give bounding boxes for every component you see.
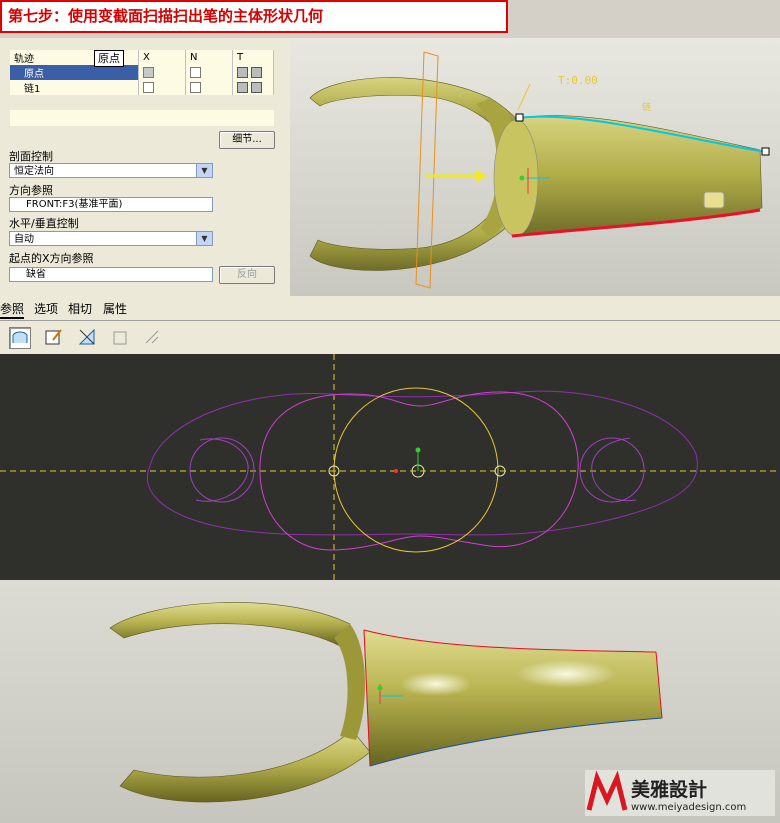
- trajectory-table: 轨迹 X N T 原点 链1: [10, 50, 274, 95]
- trajectory-name[interactable]: 原点: [10, 65, 139, 80]
- chain-label: 链: [642, 101, 651, 113]
- direction-ref-label: 方向参照: [9, 184, 53, 197]
- direction-ref-field[interactable]: FRONT:F3(基准平面): [9, 197, 213, 212]
- section-control-select[interactable]: 恒定法向 ▼: [9, 163, 213, 178]
- sweep-dashboard-panel: 轨迹 X N T 原点 链1 细节... 剖面控制 恒定法向 ▼ 方向参照 FRO…: [0, 38, 290, 296]
- tab-tangency[interactable]: 相切: [68, 300, 92, 317]
- section-control-label: 剖面控制: [9, 150, 53, 163]
- trajectory-name[interactable]: 链1: [10, 80, 139, 95]
- table-row[interactable]: 链1: [10, 80, 274, 95]
- section-sketch-canvas[interactable]: [0, 354, 780, 580]
- dashboard-tabbar: 参照 选项 相切 属性: [0, 296, 780, 321]
- t-value-label: T:0.00: [558, 74, 598, 87]
- tooltip: 原点: [94, 50, 124, 67]
- watermark-url: www.meiyadesign.com: [631, 802, 746, 813]
- tab-properties[interactable]: 属性: [103, 300, 127, 317]
- n-checkbox[interactable]: [190, 81, 201, 93]
- model-viewport-top[interactable]: T:0.00 链: [290, 38, 780, 296]
- tab-references[interactable]: 参照: [0, 300, 25, 319]
- trajectory-table-header: 轨迹 X N T: [10, 50, 274, 65]
- col-n: N: [185, 50, 233, 65]
- surface-sweep-icon[interactable]: [9, 327, 31, 349]
- table-row[interactable]: 原点: [10, 65, 274, 80]
- chevron-down-icon[interactable]: ▼: [196, 232, 212, 245]
- end-point-handle[interactable]: [761, 147, 770, 156]
- n-checkbox[interactable]: [190, 66, 201, 78]
- sketch-edit-icon[interactable]: [44, 327, 66, 349]
- hv-control-label: 水平/垂直控制: [9, 217, 79, 230]
- t-square-icon[interactable]: [251, 66, 262, 78]
- x-checkbox[interactable]: [143, 81, 154, 93]
- t-square-icon[interactable]: [237, 81, 248, 93]
- tab-options[interactable]: 选项: [34, 300, 58, 317]
- trajectory-table-empty: [10, 110, 274, 126]
- meiya-watermark: 美雅設計 www.meiyadesign.com: [585, 770, 775, 816]
- details-button[interactable]: 细节...: [219, 131, 275, 149]
- t-square-icon[interactable]: [237, 66, 248, 78]
- t-square-icon[interactable]: [251, 81, 262, 93]
- flip-button[interactable]: 反向: [219, 266, 275, 284]
- col-t: T: [232, 50, 274, 65]
- start-point-handle[interactable]: [515, 113, 524, 122]
- watermark-brand: 美雅設計: [631, 778, 707, 801]
- start-x-ref-field[interactable]: 缺省: [9, 267, 213, 282]
- remove-icon[interactable]: [142, 327, 164, 349]
- start-x-ref-label: 起点的X方向参照: [9, 252, 94, 265]
- hv-control-select[interactable]: 自动 ▼: [9, 231, 213, 246]
- thicken-icon[interactable]: [110, 327, 132, 349]
- x-checkbox[interactable]: [143, 66, 154, 78]
- step-title: 第七步：使用变截面扫描扫出笔的主体形状几何: [0, 0, 508, 33]
- col-x: X: [138, 50, 186, 65]
- drag-handle-icon[interactable]: [703, 191, 725, 209]
- chevron-down-icon[interactable]: ▼: [196, 164, 212, 177]
- sweep-toolbar: [0, 321, 780, 354]
- cut-material-icon[interactable]: [77, 327, 99, 349]
